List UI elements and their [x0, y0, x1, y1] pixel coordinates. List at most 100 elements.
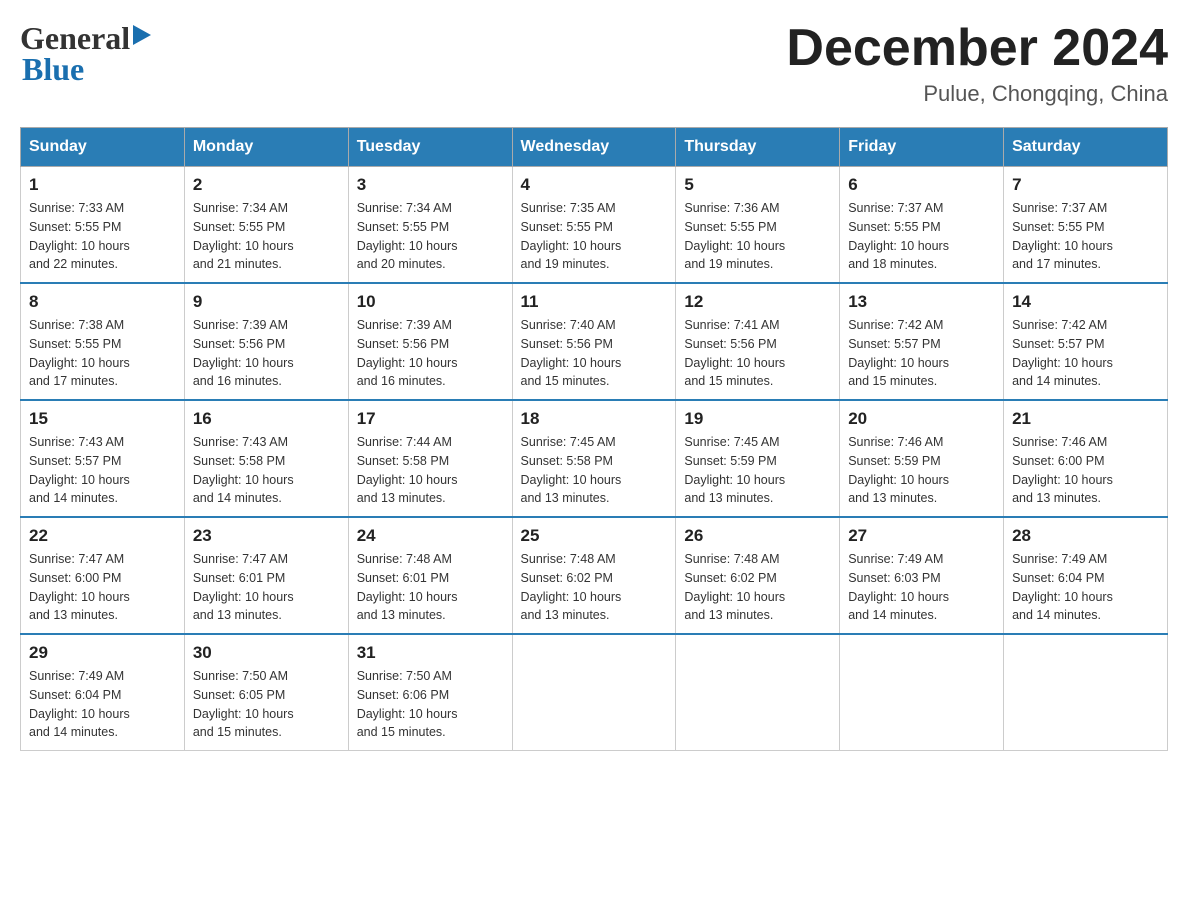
day-number: 10 — [357, 292, 504, 312]
table-row — [1004, 634, 1168, 751]
table-row: 2 Sunrise: 7:34 AM Sunset: 5:55 PM Dayli… — [184, 167, 348, 284]
table-row: 12 Sunrise: 7:41 AM Sunset: 5:56 PM Dayl… — [676, 283, 840, 400]
day-number: 9 — [193, 292, 340, 312]
table-row: 28 Sunrise: 7:49 AM Sunset: 6:04 PM Dayl… — [1004, 517, 1168, 634]
day-info: Sunrise: 7:33 AM Sunset: 5:55 PM Dayligh… — [29, 199, 176, 274]
day-info: Sunrise: 7:48 AM Sunset: 6:02 PM Dayligh… — [521, 550, 668, 625]
day-info: Sunrise: 7:38 AM Sunset: 5:55 PM Dayligh… — [29, 316, 176, 391]
day-number: 25 — [521, 526, 668, 546]
day-info: Sunrise: 7:34 AM Sunset: 5:55 PM Dayligh… — [193, 199, 340, 274]
day-info: Sunrise: 7:50 AM Sunset: 6:06 PM Dayligh… — [357, 667, 504, 742]
day-info: Sunrise: 7:45 AM Sunset: 5:58 PM Dayligh… — [521, 433, 668, 508]
day-number: 24 — [357, 526, 504, 546]
day-number: 7 — [1012, 175, 1159, 195]
table-row: 5 Sunrise: 7:36 AM Sunset: 5:55 PM Dayli… — [676, 167, 840, 284]
day-number: 18 — [521, 409, 668, 429]
calendar-week-row: 22 Sunrise: 7:47 AM Sunset: 6:00 PM Dayl… — [21, 517, 1168, 634]
table-row: 22 Sunrise: 7:47 AM Sunset: 6:00 PM Dayl… — [21, 517, 185, 634]
day-number: 3 — [357, 175, 504, 195]
day-number: 6 — [848, 175, 995, 195]
calendar-week-row: 29 Sunrise: 7:49 AM Sunset: 6:04 PM Dayl… — [21, 634, 1168, 751]
day-info: Sunrise: 7:47 AM Sunset: 6:01 PM Dayligh… — [193, 550, 340, 625]
calendar-header-row: Sunday Monday Tuesday Wednesday Thursday… — [21, 128, 1168, 167]
calendar-table: Sunday Monday Tuesday Wednesday Thursday… — [20, 127, 1168, 751]
table-row: 10 Sunrise: 7:39 AM Sunset: 5:56 PM Dayl… — [348, 283, 512, 400]
day-info: Sunrise: 7:43 AM Sunset: 5:57 PM Dayligh… — [29, 433, 176, 508]
table-row — [676, 634, 840, 751]
table-row: 13 Sunrise: 7:42 AM Sunset: 5:57 PM Dayl… — [840, 283, 1004, 400]
table-row: 23 Sunrise: 7:47 AM Sunset: 6:01 PM Dayl… — [184, 517, 348, 634]
header-thursday: Thursday — [676, 128, 840, 167]
day-number: 4 — [521, 175, 668, 195]
table-row: 20 Sunrise: 7:46 AM Sunset: 5:59 PM Dayl… — [840, 400, 1004, 517]
header-friday: Friday — [840, 128, 1004, 167]
logo-blue-text: Blue — [22, 51, 155, 88]
day-info: Sunrise: 7:49 AM Sunset: 6:04 PM Dayligh… — [29, 667, 176, 742]
day-info: Sunrise: 7:45 AM Sunset: 5:59 PM Dayligh… — [684, 433, 831, 508]
day-number: 12 — [684, 292, 831, 312]
calendar-week-row: 15 Sunrise: 7:43 AM Sunset: 5:57 PM Dayl… — [21, 400, 1168, 517]
day-number: 26 — [684, 526, 831, 546]
day-info: Sunrise: 7:48 AM Sunset: 6:01 PM Dayligh… — [357, 550, 504, 625]
day-number: 2 — [193, 175, 340, 195]
table-row: 11 Sunrise: 7:40 AM Sunset: 5:56 PM Dayl… — [512, 283, 676, 400]
day-number: 5 — [684, 175, 831, 195]
day-number: 8 — [29, 292, 176, 312]
day-info: Sunrise: 7:39 AM Sunset: 5:56 PM Dayligh… — [193, 316, 340, 391]
table-row: 3 Sunrise: 7:34 AM Sunset: 5:55 PM Dayli… — [348, 167, 512, 284]
table-row: 8 Sunrise: 7:38 AM Sunset: 5:55 PM Dayli… — [21, 283, 185, 400]
table-row: 7 Sunrise: 7:37 AM Sunset: 5:55 PM Dayli… — [1004, 167, 1168, 284]
day-info: Sunrise: 7:39 AM Sunset: 5:56 PM Dayligh… — [357, 316, 504, 391]
day-number: 28 — [1012, 526, 1159, 546]
table-row: 15 Sunrise: 7:43 AM Sunset: 5:57 PM Dayl… — [21, 400, 185, 517]
day-info: Sunrise: 7:46 AM Sunset: 5:59 PM Dayligh… — [848, 433, 995, 508]
table-row: 18 Sunrise: 7:45 AM Sunset: 5:58 PM Dayl… — [512, 400, 676, 517]
table-row: 21 Sunrise: 7:46 AM Sunset: 6:00 PM Dayl… — [1004, 400, 1168, 517]
table-row — [512, 634, 676, 751]
day-number: 21 — [1012, 409, 1159, 429]
day-info: Sunrise: 7:35 AM Sunset: 5:55 PM Dayligh… — [521, 199, 668, 274]
day-info: Sunrise: 7:37 AM Sunset: 5:55 PM Dayligh… — [1012, 199, 1159, 274]
day-number: 1 — [29, 175, 176, 195]
calendar-week-row: 8 Sunrise: 7:38 AM Sunset: 5:55 PM Dayli… — [21, 283, 1168, 400]
table-row — [840, 634, 1004, 751]
day-number: 22 — [29, 526, 176, 546]
table-row: 19 Sunrise: 7:45 AM Sunset: 5:59 PM Dayl… — [676, 400, 840, 517]
day-number: 23 — [193, 526, 340, 546]
day-info: Sunrise: 7:34 AM Sunset: 5:55 PM Dayligh… — [357, 199, 504, 274]
table-row: 29 Sunrise: 7:49 AM Sunset: 6:04 PM Dayl… — [21, 634, 185, 751]
day-number: 29 — [29, 643, 176, 663]
day-info: Sunrise: 7:48 AM Sunset: 6:02 PM Dayligh… — [684, 550, 831, 625]
day-number: 19 — [684, 409, 831, 429]
calendar-week-row: 1 Sunrise: 7:33 AM Sunset: 5:55 PM Dayli… — [21, 167, 1168, 284]
calendar-title: December 2024 — [786, 20, 1168, 77]
table-row: 9 Sunrise: 7:39 AM Sunset: 5:56 PM Dayli… — [184, 283, 348, 400]
day-number: 31 — [357, 643, 504, 663]
day-info: Sunrise: 7:40 AM Sunset: 5:56 PM Dayligh… — [521, 316, 668, 391]
day-info: Sunrise: 7:49 AM Sunset: 6:03 PM Dayligh… — [848, 550, 995, 625]
table-row: 17 Sunrise: 7:44 AM Sunset: 5:58 PM Dayl… — [348, 400, 512, 517]
table-row: 25 Sunrise: 7:48 AM Sunset: 6:02 PM Dayl… — [512, 517, 676, 634]
day-info: Sunrise: 7:47 AM Sunset: 6:00 PM Dayligh… — [29, 550, 176, 625]
day-info: Sunrise: 7:49 AM Sunset: 6:04 PM Dayligh… — [1012, 550, 1159, 625]
day-info: Sunrise: 7:50 AM Sunset: 6:05 PM Dayligh… — [193, 667, 340, 742]
table-row: 6 Sunrise: 7:37 AM Sunset: 5:55 PM Dayli… — [840, 167, 1004, 284]
logo-arrow-icon — [133, 23, 155, 52]
day-number: 20 — [848, 409, 995, 429]
table-row: 24 Sunrise: 7:48 AM Sunset: 6:01 PM Dayl… — [348, 517, 512, 634]
header-sunday: Sunday — [21, 128, 185, 167]
day-info: Sunrise: 7:42 AM Sunset: 5:57 PM Dayligh… — [848, 316, 995, 391]
day-info: Sunrise: 7:44 AM Sunset: 5:58 PM Dayligh… — [357, 433, 504, 508]
day-number: 17 — [357, 409, 504, 429]
table-row: 30 Sunrise: 7:50 AM Sunset: 6:05 PM Dayl… — [184, 634, 348, 751]
table-row: 26 Sunrise: 7:48 AM Sunset: 6:02 PM Dayl… — [676, 517, 840, 634]
day-number: 13 — [848, 292, 995, 312]
header-tuesday: Tuesday — [348, 128, 512, 167]
page-header: General Blue December 2024 Pulue, Chongq… — [20, 20, 1168, 107]
day-number: 30 — [193, 643, 340, 663]
table-row: 14 Sunrise: 7:42 AM Sunset: 5:57 PM Dayl… — [1004, 283, 1168, 400]
table-row: 16 Sunrise: 7:43 AM Sunset: 5:58 PM Dayl… — [184, 400, 348, 517]
day-info: Sunrise: 7:43 AM Sunset: 5:58 PM Dayligh… — [193, 433, 340, 508]
logo: General Blue — [20, 20, 155, 88]
calendar-subtitle: Pulue, Chongqing, China — [786, 81, 1168, 107]
